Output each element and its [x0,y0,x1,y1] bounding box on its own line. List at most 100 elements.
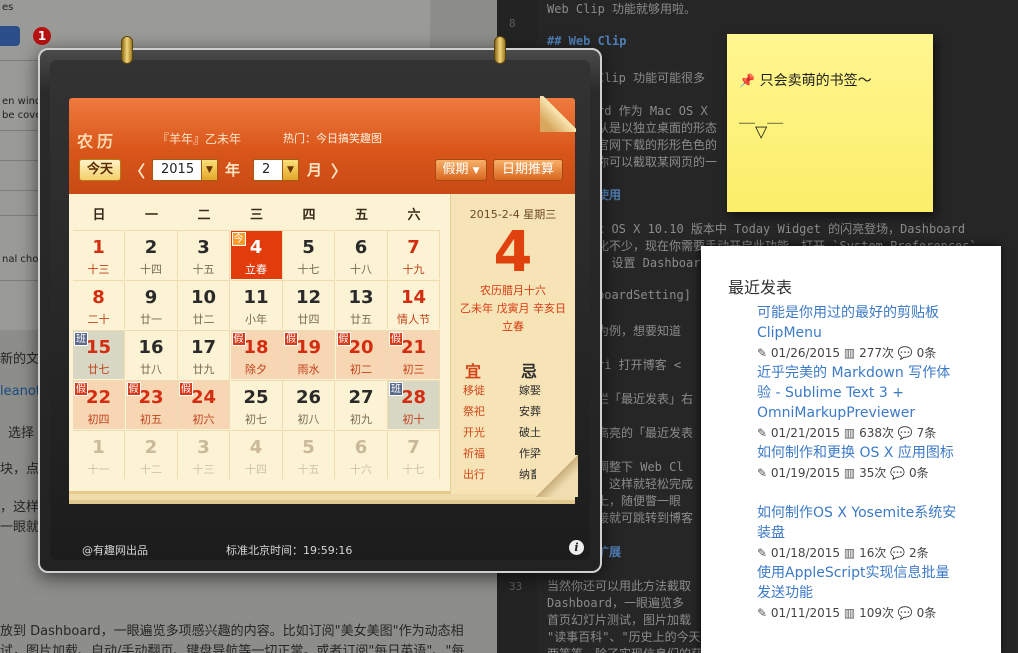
text-fragment: 一眼就 [0,520,40,535]
holiday-button[interactable]: 假期 ▼ [435,159,487,181]
post-title-link[interactable]: 可能是你用过的最好的剪贴板 ClipMenu [757,303,961,343]
yi-item: 出行 [463,468,485,481]
post-title-link[interactable]: 如何制作OS X Yosemite系统安装盘 [757,503,961,543]
yi-item: 移徙 [463,384,485,397]
day-cell[interactable]: 11 小年 [230,280,283,329]
post-date: 01/18/2015 [770,546,841,560]
day-number: 17 [190,337,217,358]
day-cell[interactable]: 15 廿七班 [73,330,125,379]
code-line: 上，随便瞥一眼 [597,494,682,508]
blue-button[interactable] [0,26,20,46]
post-title-link[interactable]: 如何制作和更换 OS X 应用图标 [757,443,961,463]
day-cell[interactable]: 2 十四 [125,230,178,279]
code-line: 两等等，除了实现信息们的获取 [547,645,715,653]
recent-posts-webclip[interactable]: 最近发表 可能是你用过的最好的剪贴板 ClipMenu ✎ 01/26/2015… [701,246,1001,653]
day-cell[interactable]: 6 十八 [335,230,388,279]
day-cell[interactable]: 7 十九 [388,230,440,279]
pushpin-icon: 📌 [739,74,756,89]
recent-posts-title: 最近发表 [728,278,793,297]
day-cell[interactable]: 7 十七 [388,430,440,479]
day-number: 16 [138,337,164,358]
day-cell[interactable]: 3 十五 [178,230,230,279]
day-cell[interactable]: 3 十三 [178,430,230,479]
day-cell[interactable]: 8 二十 [73,280,125,329]
holiday-tag: 假 [284,332,298,346]
day-cell[interactable]: 1 十三 [73,230,125,279]
day-cell[interactable]: 6 十六 [335,430,388,479]
post-title-link[interactable]: 使用AppleScript实现信息批量发送功能 [757,563,961,603]
day-cell[interactable]: 4 十四 [230,430,283,479]
pencil-icon: ✎ [757,346,768,360]
day-cell[interactable]: 28 初十班 [388,380,440,429]
date-calc-button[interactable]: 日期推算 [493,159,563,181]
year-select[interactable]: 2015 ▼ [152,159,218,181]
ji-heading: 忌 [521,362,538,381]
day-number: 12 [295,287,322,308]
day-cell[interactable]: 23 初五假 [125,380,178,429]
footer-credit[interactable]: @有趣网出品 [82,542,148,558]
calendar-footer: @有趣网出品 标准北京时间：19:59:16 i [50,538,590,560]
lunar-day: 雨水 [297,363,320,376]
day-cell[interactable]: 25 初七 [230,380,283,429]
day-cell[interactable]: 13 廿五 [335,280,388,329]
day-number: 27 [348,387,374,408]
lunar-day: 十四 [245,463,267,476]
post-title-link[interactable]: 近乎完美的 Markdown 写作体验 - Sublime Text 3 + O… [757,363,961,423]
today-button[interactable]: 今天 [79,159,121,181]
day-cell[interactable]: 27 初九 [335,380,388,429]
post-item: 近乎完美的 Markdown 写作体验 - Sublime Text 3 + O… [757,363,961,443]
holiday-tag: 假 [74,382,88,396]
day-cell[interactable]: 26 初八 [283,380,335,429]
day-cell[interactable]: 22 初四假 [73,380,125,429]
day-cell[interactable]: 14 情人节 [388,280,440,329]
day-number: 1 [92,237,105,258]
post-comments: 2条 [908,546,929,560]
code-line: Web Clip 功能就够用啦。 [547,2,697,16]
day-cell[interactable]: 21 初三假 [388,330,440,379]
day-cell[interactable]: 5 十七 [283,230,335,279]
holiday-tag: 假 [179,382,193,396]
code-line: ` 设置 Dashboard [597,256,708,270]
lunar-day: 初七 [245,413,267,426]
post-item: 可能是你用过的最好的剪贴板 ClipMenu ✎ 01/26/2015 ▥ 27… [757,303,961,363]
sticky-note[interactable]: 📌 只会卖萌的书签～ ￣▽￣ [727,34,933,212]
dropdown-arrow-icon: ▼ [472,166,480,176]
day-detail-panel: 2015-2-4 星期三 4 农历腊月十六 乙未年 戊寅月 辛亥日 立春 宜 忌… [450,194,578,497]
day-cell[interactable]: 17 廿九 [178,330,230,379]
lunar-day: 除夕 [245,363,267,376]
day-cell[interactable]: 2 十二 [125,430,178,479]
pencil-icon: ✎ [757,546,768,560]
holiday-tag: 假 [389,332,403,346]
year-name: 『羊年』乙未年 [157,132,242,146]
code-line: rd 作为 Mac OS X [597,104,708,118]
day-cell[interactable]: 12 廿四 [283,280,335,329]
hot-link[interactable]: 热门：今日搞笑趣图 [283,130,382,146]
day-cell[interactable]: 10 廿二 [178,280,230,329]
pencil-icon: ✎ [757,606,768,620]
day-cell[interactable]: 5 十五 [283,430,335,479]
prev-month-arrow[interactable]: 〈 [129,158,145,182]
lunar-day: 初九 [350,413,372,426]
info-icon[interactable]: i [569,540,584,555]
day-cell[interactable]: 20 初二假 [335,330,388,379]
day-cell[interactable]: 18 除夕假 [230,330,283,379]
comment-icon: 💬 [897,426,913,440]
code-line: 为例，想要知道 [597,324,682,338]
month-select[interactable]: 2 ▼ [253,159,299,181]
text-fragment: 选择 [8,426,35,441]
day-cell[interactable]: 4 立春今 [230,230,283,279]
next-month-arrow[interactable]: 〉 [331,158,347,182]
text-link[interactable]: leanot [0,384,41,399]
lunar-day: 廿二 [192,313,215,326]
post-views: 638次 [859,426,894,440]
weekday-header: 六 [407,208,421,223]
lunar-day: 十五 [297,463,320,476]
day-cell[interactable]: 1 十一 [73,430,125,479]
day-cell[interactable]: 9 廿一 [125,280,178,329]
post-comments: 0条 [916,346,937,360]
day-cell[interactable]: 16 廿八 [125,330,178,379]
day-cell[interactable]: 24 初六假 [178,380,230,429]
day-number: 25 [243,387,269,408]
lunar-day: 初二 [350,363,372,376]
day-cell[interactable]: 19 雨水假 [283,330,335,379]
